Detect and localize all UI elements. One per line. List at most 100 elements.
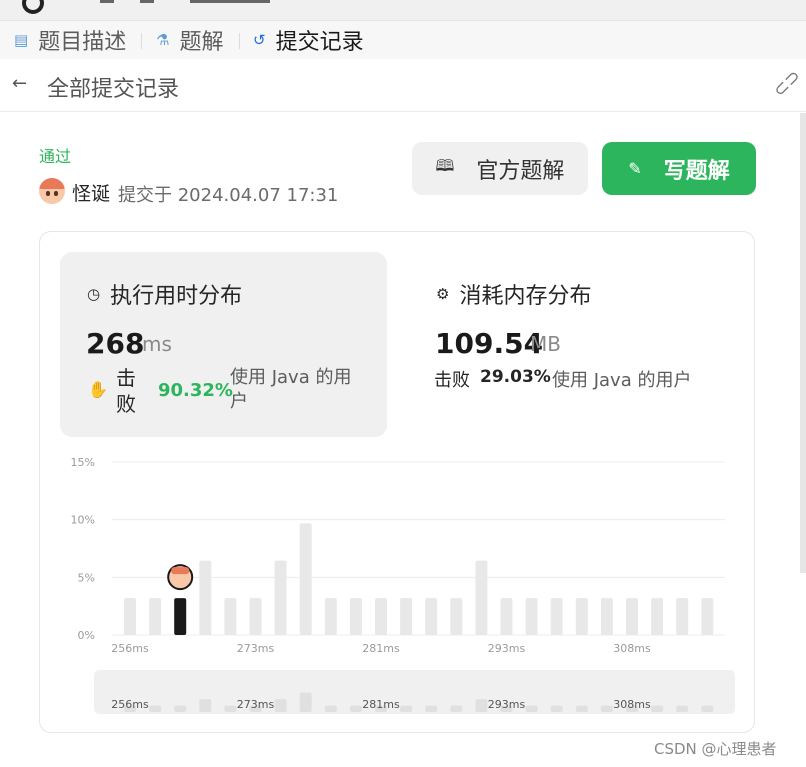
- overview-tick-label: 281ms: [362, 698, 400, 711]
- history-icon: ↺: [253, 31, 266, 49]
- bar: [500, 598, 513, 635]
- memory-beat-label: 击败: [434, 370, 470, 391]
- tab-description[interactable]: ▤ 题目描述: [14, 21, 126, 59]
- runtime-panel[interactable]: ◷ 执行用时分布 268 ms ✋ 击败 90.32% 使用 Java 的用户: [60, 252, 387, 437]
- book-icon: 🕮: [435, 156, 455, 175]
- x-tick-label: 293ms: [488, 642, 526, 655]
- overview-bar: [425, 705, 438, 712]
- highlight-bar: [174, 598, 187, 635]
- bar: [274, 560, 287, 635]
- overview-bar: [299, 692, 312, 712]
- runtime-beat-label: 击败: [116, 366, 136, 416]
- overview-tick-label: 273ms: [237, 698, 275, 711]
- link-icon[interactable]: ⊂⊃: [769, 65, 805, 101]
- bar: [299, 523, 312, 635]
- overview-bar: [651, 705, 664, 712]
- bar: [550, 598, 563, 635]
- overview-bar: [199, 699, 212, 712]
- bar: [525, 598, 538, 635]
- overview-bar: [575, 705, 588, 712]
- memory-percent: 29.03%: [480, 367, 551, 387]
- cut-off-text: [140, 0, 154, 3]
- page-title: 全部提交记录: [47, 77, 180, 102]
- overview-bar: [475, 699, 488, 712]
- overview-bar: [349, 705, 362, 712]
- bar: [575, 598, 588, 635]
- x-tick-label: 256ms: [111, 642, 149, 655]
- cut-off-text: [100, 0, 114, 3]
- cut-off-text: [190, 0, 270, 3]
- status-badge: 通过: [39, 147, 72, 166]
- bar: [475, 560, 488, 635]
- avatar-eye: [46, 191, 50, 196]
- official-solution-label: 官方题解: [476, 158, 565, 184]
- runtime-title-text: 执行用时分布: [110, 284, 243, 309]
- bar: [676, 598, 689, 635]
- performance-card: ◷ 执行用时分布 268 ms ✋ 击败 90.32% 使用 Java 的用户 …: [39, 231, 755, 733]
- overview-bar: [149, 705, 162, 712]
- tab-label: 提交记录: [275, 30, 364, 55]
- clap-icon: ✋: [88, 380, 108, 399]
- overview-bar: [600, 705, 613, 712]
- runtime-percent: 90.32%: [158, 380, 233, 401]
- tab-label: 题目描述: [38, 30, 127, 55]
- bar: [425, 598, 438, 635]
- tab-bar: ▤ 题目描述 ⚗ 题解 ↺ 提交记录: [0, 21, 806, 59]
- runtime-distribution-chart[interactable]: 15% 10% 5% 0% 256ms 273ms 281ms 293ms 308ms 256ms…: [40, 452, 754, 722]
- official-solution-button[interactable]: 🕮 官方题解: [412, 142, 588, 195]
- document-icon: ▤: [14, 31, 29, 49]
- bar: [701, 598, 714, 635]
- memory-unit: MB: [530, 332, 561, 356]
- username[interactable]: 怪诞: [72, 179, 110, 206]
- y-tick-label: 5%: [78, 571, 95, 584]
- y-tick-label: 0%: [78, 629, 95, 642]
- overview-tick-label: 308ms: [613, 698, 651, 711]
- submissions-header: ← 全部提交记录 ⊂⊃: [0, 59, 806, 112]
- y-tick-label: 15%: [71, 456, 95, 469]
- bar: [324, 598, 337, 635]
- avatar-eye: [54, 191, 58, 196]
- browser-top-strip: [0, 0, 806, 21]
- watermark: CSDN @心理患者: [654, 740, 777, 758]
- bar: [651, 598, 664, 635]
- runtime-title: ◷ 执行用时分布: [87, 278, 242, 310]
- bar: [224, 598, 237, 635]
- overview-bar: [400, 705, 413, 712]
- avatar-hair: [171, 567, 190, 575]
- memory-value: 109.54: [435, 327, 544, 360]
- back-arrow-icon[interactable]: ←: [12, 73, 27, 94]
- bar: [249, 598, 262, 635]
- tab-divider: [239, 33, 240, 49]
- bar: [400, 598, 413, 635]
- overview-bar: [450, 705, 463, 712]
- bar: [349, 598, 362, 635]
- flask-icon: ⚗: [156, 31, 170, 49]
- overview-bar: [224, 705, 237, 712]
- overview-bar: [174, 705, 187, 712]
- overview-bar: [676, 705, 689, 712]
- overview-bar: [550, 705, 563, 712]
- runtime-value: 268: [86, 327, 145, 360]
- chip-icon: ⚙: [436, 285, 450, 303]
- app-logo-icon: [22, 0, 44, 14]
- avatar[interactable]: [39, 178, 65, 204]
- x-tick-label: 281ms: [362, 642, 400, 655]
- tab-divider: [141, 33, 142, 49]
- overview-bar: [701, 705, 714, 712]
- clock-icon: ◷: [87, 285, 101, 303]
- tab-solutions[interactable]: ⚗ 题解: [156, 21, 223, 59]
- overview-bar: [274, 699, 287, 712]
- bar: [124, 598, 136, 635]
- x-tick-label: 273ms: [237, 642, 275, 655]
- bar: [626, 598, 638, 635]
- tab-label: 题解: [179, 30, 224, 55]
- write-solution-button[interactable]: ✎ 写题解: [602, 142, 756, 195]
- write-solution-label: 写题解: [663, 158, 730, 184]
- bar: [450, 598, 463, 635]
- submitted-time: 提交于 2024.04.07 17:31: [118, 185, 339, 206]
- bar: [199, 560, 212, 635]
- memory-title: ⚙ 消耗内存分布: [436, 278, 591, 310]
- overview-bar: [324, 705, 337, 712]
- scrollbar[interactable]: [800, 113, 806, 573]
- tab-submissions[interactable]: ↺ 提交记录: [253, 21, 364, 59]
